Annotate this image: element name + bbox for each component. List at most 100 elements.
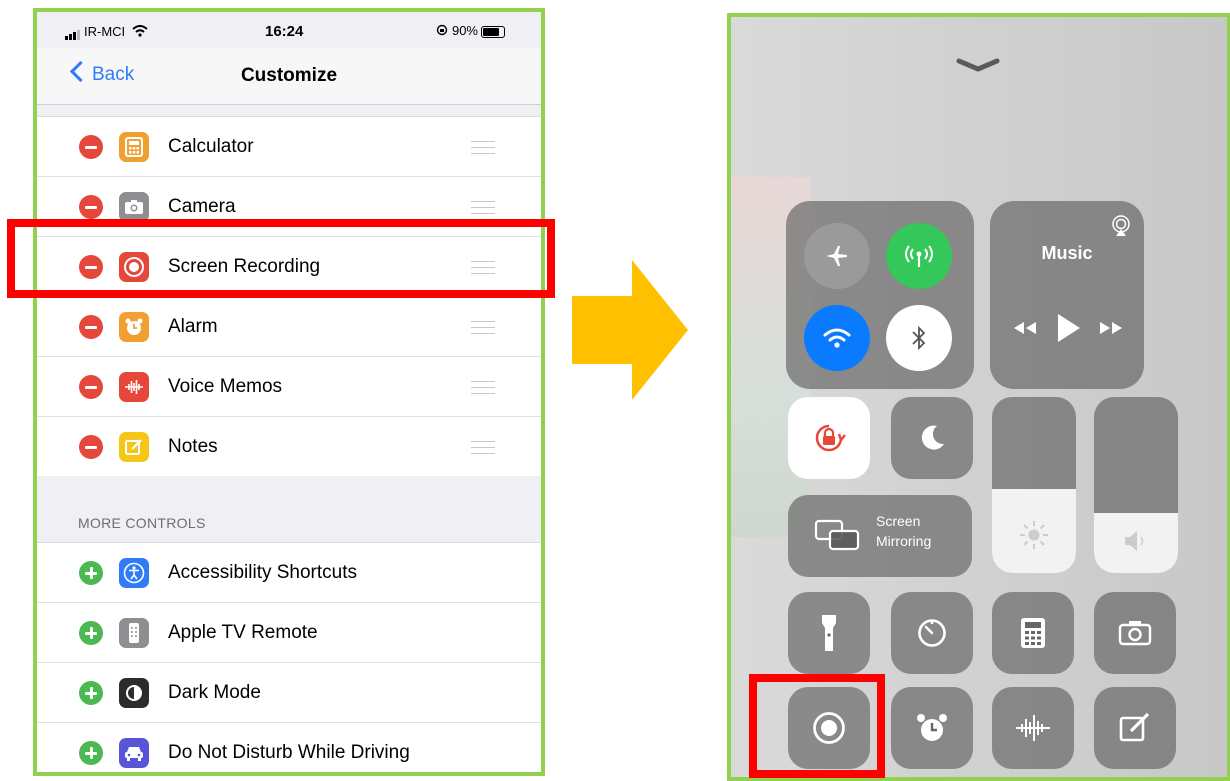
battery-status: 90% bbox=[436, 23, 505, 38]
wifi-button[interactable] bbox=[804, 305, 870, 371]
reorder-handle[interactable] bbox=[471, 381, 495, 394]
carrier-status: IR-MCI bbox=[65, 24, 148, 41]
control-label: Dark Mode bbox=[168, 682, 261, 703]
screen-mirroring-line1: Screen bbox=[876, 513, 921, 529]
add-button[interactable] bbox=[79, 681, 103, 705]
rewind-icon[interactable] bbox=[1012, 320, 1038, 336]
control-label: Alarm bbox=[168, 316, 218, 337]
tv-remote-icon bbox=[119, 618, 149, 648]
wifi-icon bbox=[823, 328, 851, 348]
voice-memos-button[interactable] bbox=[992, 687, 1074, 769]
airplay-icon[interactable] bbox=[1110, 215, 1132, 237]
alarm-clock-icon bbox=[917, 714, 947, 741]
calculator-icon bbox=[119, 132, 149, 162]
screen-mirroring-label: Screen Mirroring bbox=[876, 511, 931, 551]
list-item: Accessibility Shortcuts bbox=[37, 543, 541, 603]
notes-button[interactable] bbox=[1094, 687, 1176, 769]
play-icon[interactable] bbox=[1056, 313, 1082, 343]
screen-recording-highlight bbox=[749, 674, 885, 778]
screen-mirroring-button[interactable]: Screen Mirroring bbox=[788, 495, 972, 577]
add-button[interactable] bbox=[79, 621, 103, 645]
add-button[interactable] bbox=[79, 741, 103, 765]
arrow-right-icon bbox=[572, 260, 688, 400]
control-label: Calculator bbox=[168, 136, 254, 157]
compose-icon bbox=[1119, 712, 1150, 742]
volume-slider[interactable] bbox=[1094, 397, 1178, 573]
reorder-handle[interactable] bbox=[471, 141, 495, 154]
wifi-icon bbox=[132, 25, 148, 37]
alarm-button[interactable] bbox=[891, 687, 973, 769]
camera-icon bbox=[1118, 621, 1152, 646]
airplane-mode-button[interactable] bbox=[804, 223, 870, 289]
remove-button[interactable] bbox=[79, 375, 103, 399]
accessibility-icon bbox=[119, 558, 149, 588]
brightness-icon bbox=[1020, 521, 1048, 549]
list-item: Dark Mode bbox=[37, 663, 541, 723]
more-controls-list: Accessibility Shortcuts Apple TV Remote … bbox=[37, 542, 541, 772]
settings-customize-screen: IR-MCI 16:24 90% Back Customize Calculat… bbox=[33, 8, 545, 776]
reorder-handle[interactable] bbox=[471, 441, 495, 454]
add-button[interactable] bbox=[79, 561, 103, 585]
camera-icon bbox=[119, 192, 149, 222]
alarm-icon bbox=[119, 312, 149, 342]
status-bar: IR-MCI 16:24 90% bbox=[37, 12, 541, 48]
do-not-disturb-button[interactable] bbox=[891, 397, 973, 479]
flashlight-button[interactable] bbox=[788, 592, 870, 674]
timer-button[interactable] bbox=[891, 592, 973, 674]
dark-mode-icon bbox=[119, 678, 149, 708]
cellular-button[interactable] bbox=[886, 223, 952, 289]
list-item: Calculator bbox=[37, 117, 541, 177]
screen-mirroring-icon bbox=[814, 519, 860, 551]
fast-forward-icon[interactable] bbox=[1098, 320, 1124, 336]
orientation-lock-icon bbox=[815, 424, 846, 452]
list-item: Notes bbox=[37, 417, 541, 476]
remove-button[interactable] bbox=[79, 435, 103, 459]
voice-memos-icon bbox=[119, 372, 149, 402]
orientation-lock-button[interactable] bbox=[788, 397, 870, 479]
reorder-handle[interactable] bbox=[471, 321, 495, 334]
battery-percent: 90% bbox=[451, 23, 478, 38]
carrier-name: IR-MCI bbox=[84, 24, 126, 39]
remove-button[interactable] bbox=[79, 315, 103, 339]
control-label: Apple TV Remote bbox=[168, 622, 318, 643]
list-item: Alarm bbox=[37, 297, 541, 357]
flashlight-icon bbox=[822, 615, 836, 651]
signal-icon bbox=[65, 25, 81, 41]
chevron-down-icon[interactable] bbox=[956, 57, 1000, 73]
bluetooth-button[interactable] bbox=[886, 305, 952, 371]
moon-icon bbox=[921, 425, 944, 450]
control-center-screen: Music Screen Mirroring bbox=[727, 13, 1230, 781]
airplane-icon bbox=[826, 246, 847, 266]
battery-icon bbox=[481, 25, 505, 38]
calculator-button[interactable] bbox=[992, 592, 1074, 674]
section-header: MORE CONTROLS bbox=[78, 515, 206, 531]
screen-mirroring-line2: Mirroring bbox=[876, 533, 932, 549]
speaker-icon bbox=[1125, 531, 1144, 551]
list-item: Do Not Disturb While Driving bbox=[37, 723, 541, 772]
music-panel[interactable]: Music bbox=[990, 201, 1144, 389]
remove-button[interactable] bbox=[79, 195, 103, 219]
car-icon bbox=[119, 738, 149, 768]
notes-icon bbox=[119, 432, 149, 462]
orientation-lock-icon bbox=[437, 24, 448, 36]
control-label: Do Not Disturb While Driving bbox=[168, 742, 410, 763]
remove-button[interactable] bbox=[79, 135, 103, 159]
list-item: Voice Memos bbox=[37, 357, 541, 417]
list-item: Apple TV Remote bbox=[37, 603, 541, 663]
control-label: Camera bbox=[168, 196, 236, 217]
camera-button[interactable] bbox=[1094, 592, 1176, 674]
bluetooth-icon bbox=[912, 325, 926, 351]
control-label: Notes bbox=[168, 436, 218, 457]
screen-recording-highlight bbox=[7, 219, 555, 298]
status-time: 16:24 bbox=[265, 23, 304, 40]
brightness-slider[interactable] bbox=[992, 397, 1076, 573]
calculator-icon bbox=[1021, 618, 1045, 648]
cellular-antenna-icon bbox=[905, 245, 933, 267]
navigation-bar: Back Customize bbox=[37, 48, 541, 105]
reorder-handle[interactable] bbox=[471, 201, 495, 214]
control-label: Voice Memos bbox=[168, 376, 283, 397]
connectivity-panel bbox=[786, 201, 974, 389]
timer-icon bbox=[918, 619, 946, 647]
control-label: Accessibility Shortcuts bbox=[168, 562, 358, 583]
page-title: Customize bbox=[240, 65, 338, 86]
